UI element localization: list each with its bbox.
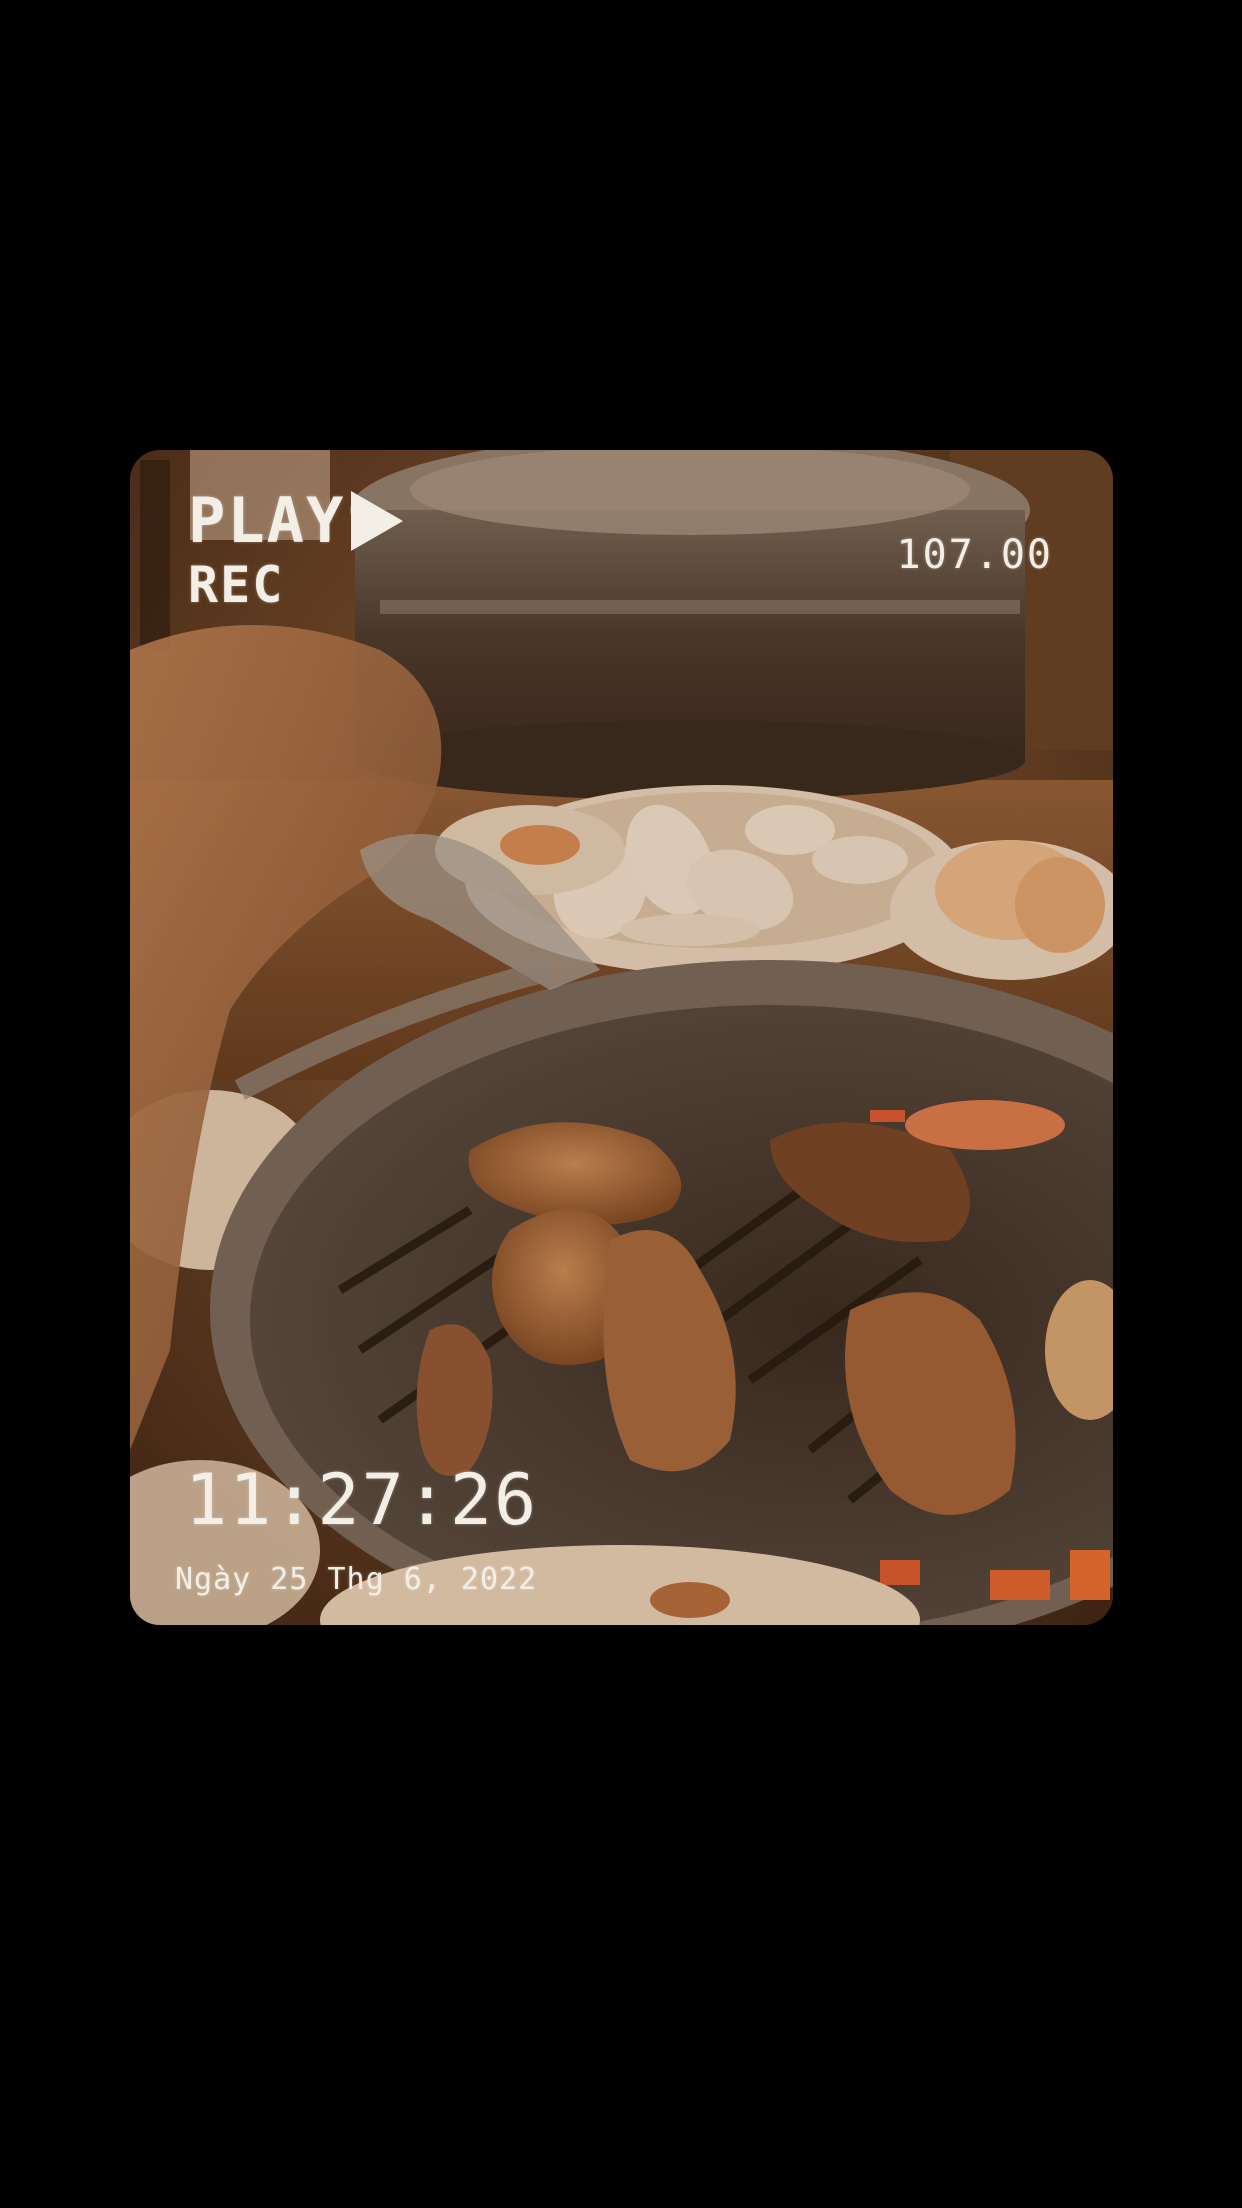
play-label: PLAY xyxy=(188,484,346,557)
play-triangle-icon xyxy=(351,491,404,551)
play-indicator: PLAY xyxy=(188,484,404,557)
timestamp-time: 11:27:26 xyxy=(185,1459,539,1541)
screen: PLAY REC 107.00 11:27:26 Ngày 25 Thg 6, … xyxy=(0,0,1242,2208)
photo-frame: PLAY REC 107.00 11:27:26 Ngày 25 Thg 6, … xyxy=(130,450,1113,1625)
tape-counter: 107.00 xyxy=(896,532,1053,578)
timestamp-date: Ngày 25 Thg 6, 2022 xyxy=(175,1562,538,1597)
bbq-photo xyxy=(130,450,1113,1625)
rec-label: REC xyxy=(188,556,285,614)
